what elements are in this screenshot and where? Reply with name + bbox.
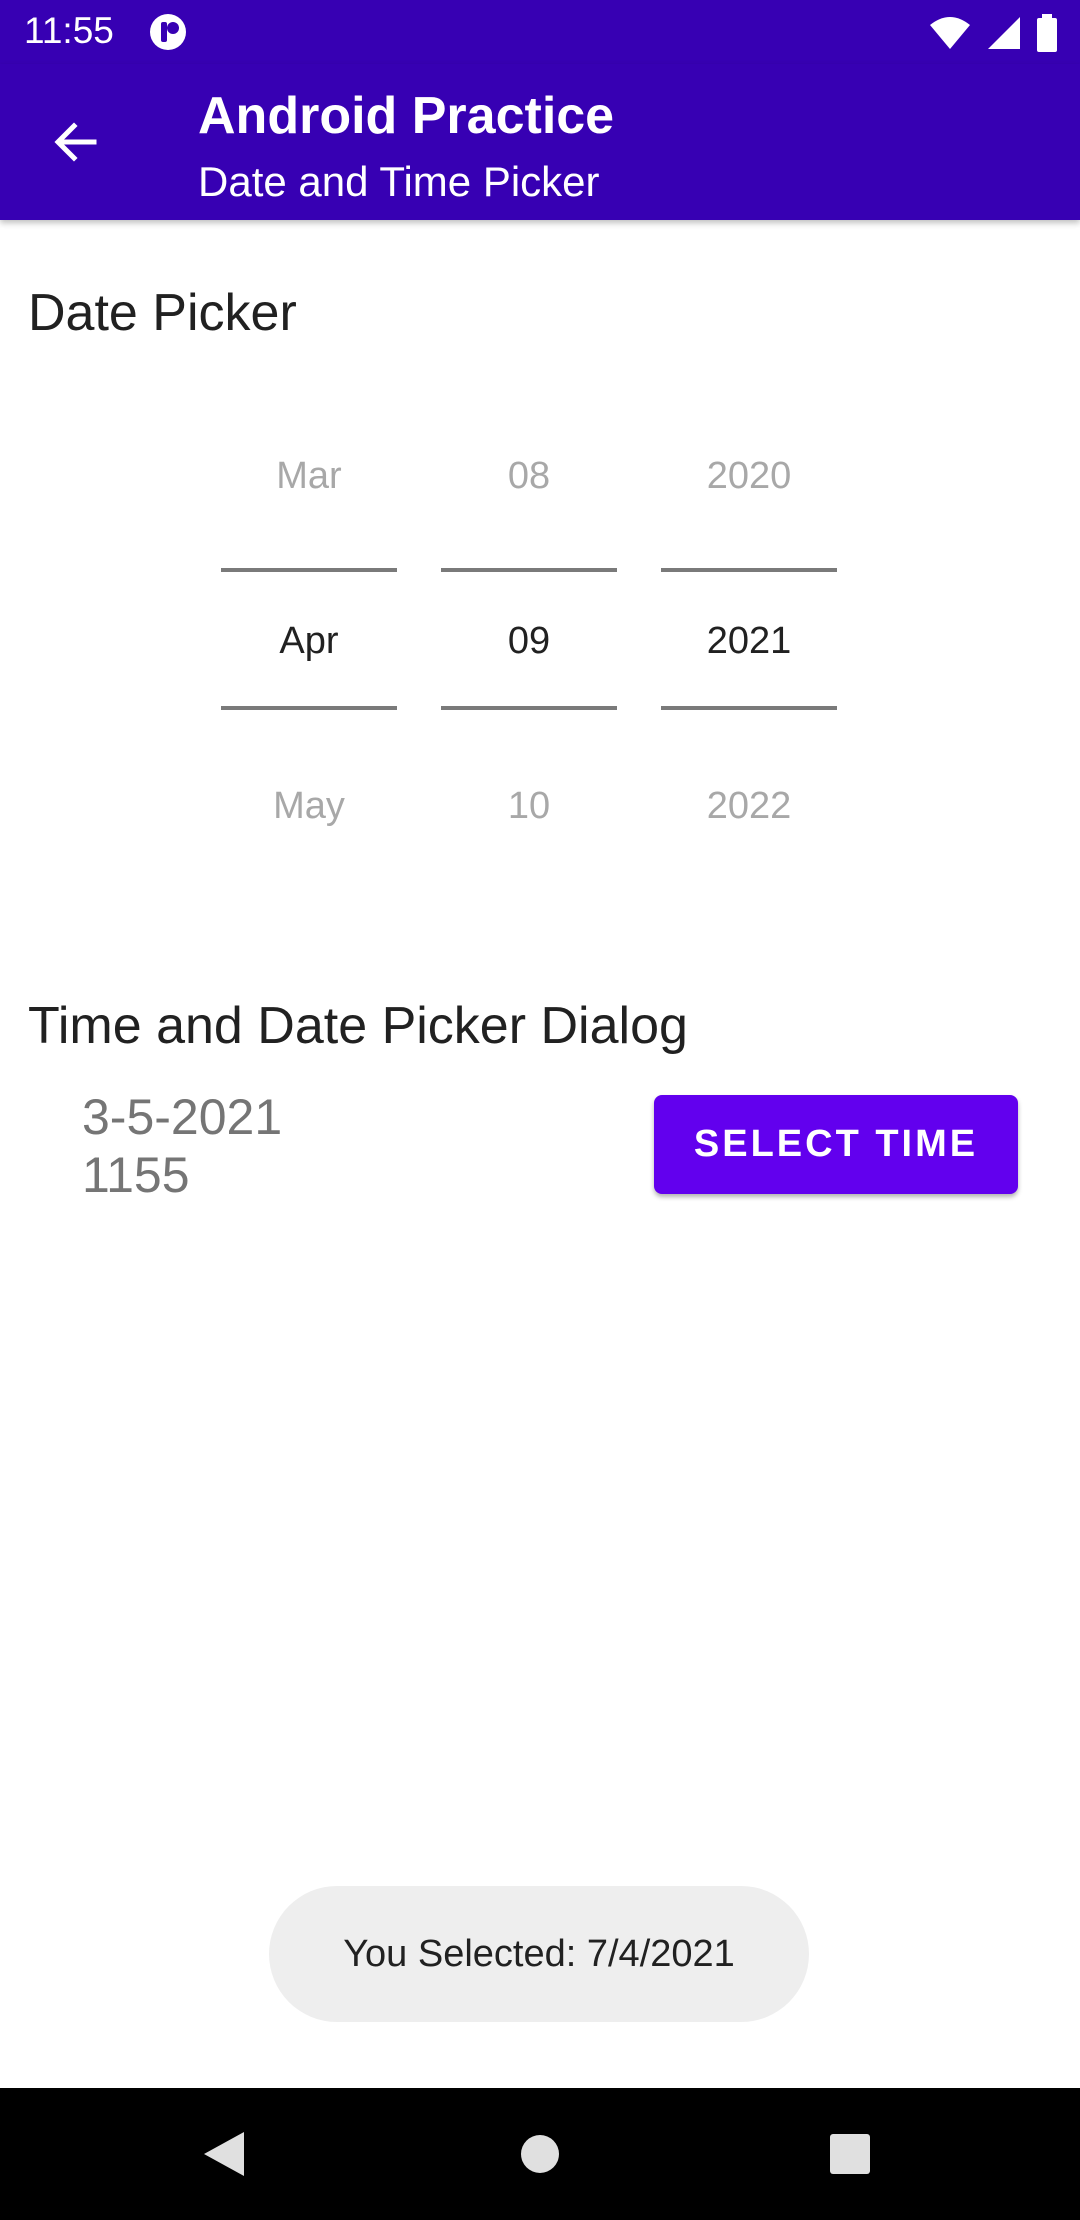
- system-nav-bar: [0, 2088, 1080, 2220]
- status-time: 11:55: [24, 10, 114, 51]
- dialog-section-heading: Time and Date Picker Dialog: [28, 997, 688, 1055]
- day-prev[interactable]: 08: [441, 455, 617, 498]
- year-spinner[interactable]: 2020 2021 2022: [661, 440, 837, 870]
- spinner-divider: [221, 706, 397, 710]
- toast-message: You Selected: 7/4/2021: [269, 1886, 809, 2022]
- year-selected[interactable]: 2021: [661, 620, 837, 663]
- app-subtitle: Date and Time Picker: [198, 158, 600, 205]
- date-picker-heading: Date Picker: [28, 284, 297, 342]
- month-prev[interactable]: Mar: [221, 455, 397, 498]
- selected-time-value: 1155: [82, 1147, 190, 1203]
- spinner-divider: [441, 706, 617, 710]
- spinner-divider: [221, 568, 397, 572]
- app-bar: Android Practice Date and Time Picker: [0, 64, 1080, 220]
- year-prev[interactable]: 2020: [661, 455, 837, 498]
- year-next[interactable]: 2022: [661, 785, 837, 828]
- back-arrow-icon[interactable]: [50, 116, 102, 168]
- selected-date-value: 3-5-2021: [82, 1089, 283, 1145]
- day-next[interactable]: 10: [441, 785, 617, 828]
- month-selected[interactable]: Apr: [221, 620, 397, 663]
- back-icon[interactable]: [202, 2130, 246, 2183]
- day-selected[interactable]: 09: [441, 620, 617, 663]
- spinner-divider: [661, 568, 837, 572]
- signal-icon: [986, 15, 1022, 56]
- day-spinner[interactable]: 08 09 10: [441, 440, 617, 870]
- wifi-icon: [928, 15, 972, 56]
- battery-icon: [1036, 14, 1058, 57]
- status-bar: 11:55: [0, 0, 1080, 64]
- month-next[interactable]: May: [221, 785, 397, 828]
- app-title: Android Practice: [198, 87, 615, 145]
- month-spinner[interactable]: Mar Apr May: [221, 440, 397, 870]
- select-time-button[interactable]: SELECT TIME: [654, 1095, 1018, 1194]
- recents-icon[interactable]: [830, 2134, 870, 2179]
- home-icon[interactable]: [520, 2134, 560, 2179]
- selected-datetime-text: 3-5-2021 1155: [82, 1088, 282, 1204]
- spinner-divider: [441, 568, 617, 572]
- spinner-divider: [661, 706, 837, 710]
- notification-app-icon: [148, 12, 188, 57]
